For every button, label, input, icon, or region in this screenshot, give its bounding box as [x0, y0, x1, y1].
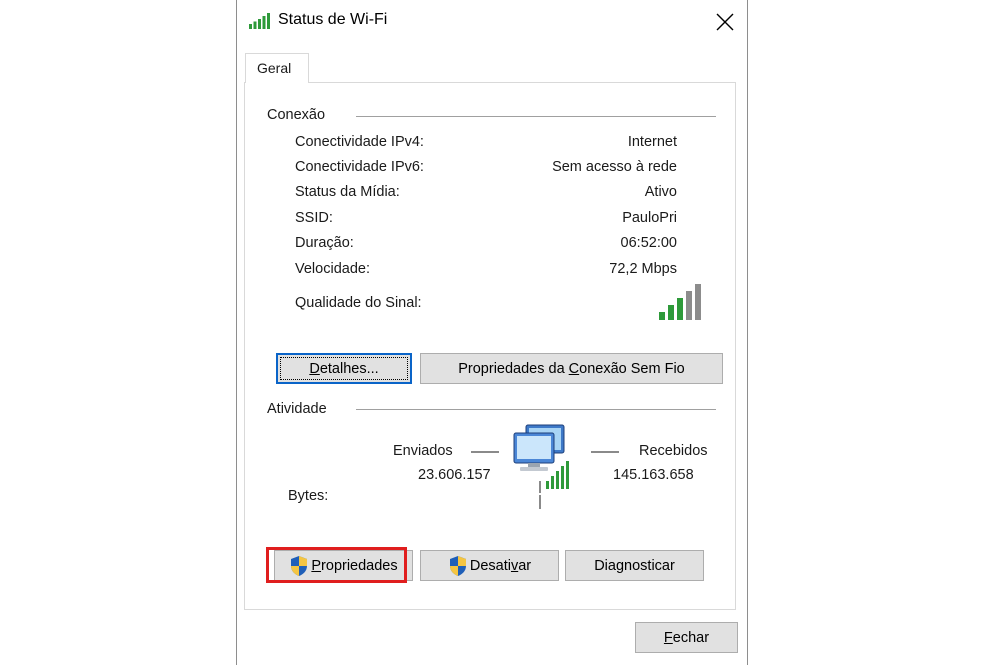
signal-strength-icon — [659, 284, 701, 320]
received-connector-line — [591, 451, 619, 453]
ipv6-label: Conectividade IPv6: — [295, 159, 424, 175]
section-divider — [356, 116, 716, 117]
activity-section-title: Atividade — [267, 401, 327, 417]
signal-bar — [668, 305, 674, 320]
close-icon — [716, 13, 734, 31]
close-dialog-button[interactable]: Fechar — [635, 622, 738, 653]
signal-bar — [695, 284, 701, 320]
media-status-value: Ativo — [644, 184, 677, 200]
speed-value: 72,2 Mbps — [609, 261, 677, 277]
speed-label: Velocidade: — [295, 261, 370, 277]
sent-connector-line — [471, 451, 499, 453]
window-title: Status de Wi-Fi — [278, 11, 388, 28]
signal-bar — [659, 312, 665, 320]
uac-shield-icon — [449, 555, 466, 576]
received-label: Recebidos — [639, 443, 708, 459]
wireless-properties-button[interactable]: Propriedades da Conexão Sem Fio — [420, 353, 723, 384]
title-bar[interactable]: Status de Wi-Fi — [237, 0, 747, 44]
duration-label: Duração: — [295, 235, 354, 251]
ssid-label: SSID: — [295, 210, 333, 226]
section-divider — [356, 409, 716, 410]
network-computer-icon — [513, 424, 569, 493]
bytes-sent-value: 23.606.157 — [418, 467, 491, 483]
tab-geral[interactable]: Geral — [245, 53, 309, 83]
bytes-received-value: 145.163.658 — [613, 467, 694, 483]
close-dialog-label: Fechar — [663, 629, 710, 646]
ssid-value: PauloPri — [622, 210, 677, 226]
wireless-properties-label: Propriedades da Conexão Sem Fio — [458, 360, 685, 377]
connection-section-title: Conexão — [267, 107, 326, 123]
disable-button[interactable]: Desativar — [420, 550, 559, 581]
diagnose-button[interactable]: Diagnosticar — [565, 550, 704, 581]
details-button[interactable]: Detalhes... — [276, 353, 412, 384]
signal-quality-label: Qualidade do Sinal: — [295, 295, 422, 311]
disable-button-label: Desativar — [469, 557, 532, 574]
wifi-signal-icon — [249, 13, 270, 29]
red-highlight-box — [266, 547, 407, 583]
link-line — [539, 495, 541, 509]
bytes-label: Bytes: — [288, 488, 329, 504]
signal-bar — [677, 298, 683, 320]
tab-label: Geral — [257, 60, 292, 76]
close-button[interactable] — [703, 6, 747, 38]
duration-value: 06:52:00 — [620, 235, 677, 251]
general-panel: Conexão Conectividade IPv4: Internet Con… — [244, 82, 736, 610]
diagnose-button-label: Diagnosticar — [594, 557, 675, 574]
ipv4-label: Conectividade IPv4: — [295, 134, 424, 150]
signal-bar — [686, 291, 692, 320]
ipv4-value: Internet — [627, 134, 677, 150]
ipv6-value: Sem acesso à rede — [552, 159, 677, 175]
sent-label: Enviados — [393, 443, 453, 459]
focus-ring — [280, 357, 408, 380]
wifi-status-dialog: Status de Wi-Fi Geral Conexão Conectivid… — [236, 0, 748, 665]
media-status-label: Status da Mídia: — [295, 184, 400, 200]
